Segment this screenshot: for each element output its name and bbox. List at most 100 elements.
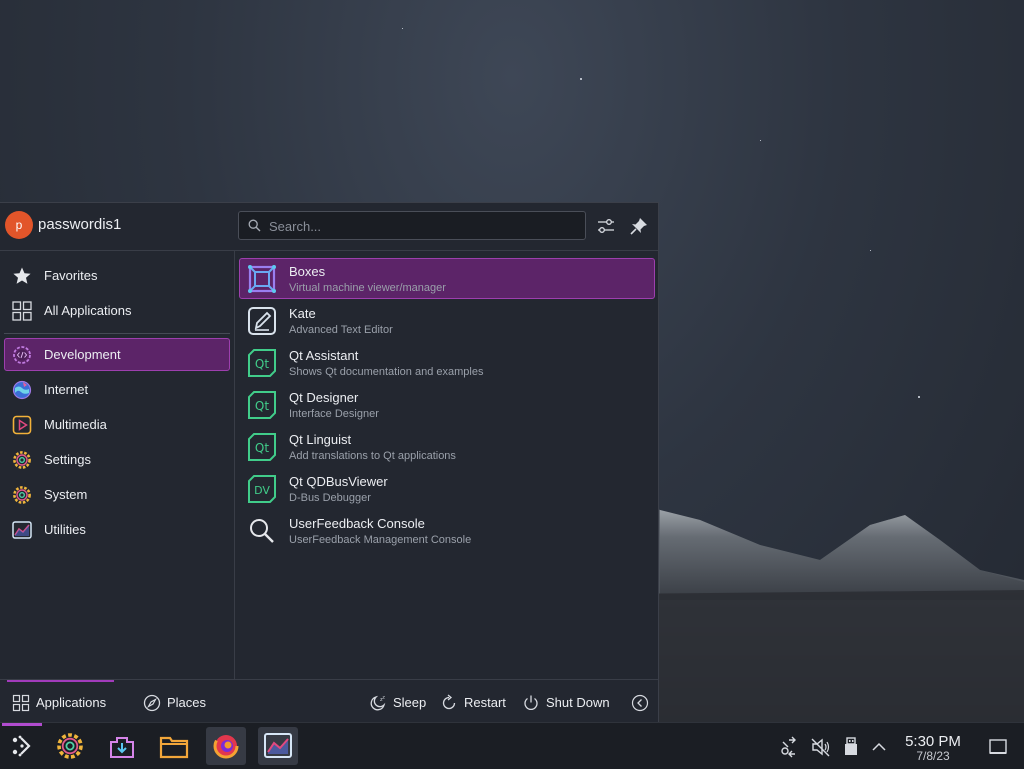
app-qt-assistant[interactable]: Qt Qt Assistant Shows Qt documentation a…: [239, 342, 655, 383]
search-icon: [248, 219, 261, 232]
tab-places[interactable]: Places: [143, 692, 213, 714]
file-manager-icon: [159, 736, 189, 759]
category-sidebar: Favorites All Applications Development I…: [0, 251, 235, 679]
category-label: Utilities: [44, 522, 86, 537]
username[interactable]: passwordis1: [38, 216, 121, 233]
app-name: Qt QDBusViewer: [289, 474, 388, 489]
dv-icon: DV: [248, 475, 276, 503]
category-label: Development: [44, 347, 121, 362]
tab-label: Applications: [36, 695, 107, 710]
category-internet[interactable]: Internet: [4, 373, 230, 406]
avatar[interactable]: p: [5, 211, 33, 239]
compass-icon: [143, 694, 161, 712]
restart-icon: [442, 694, 456, 710]
app-name: Qt Assistant: [289, 348, 359, 363]
category-multimedia[interactable]: Multimedia: [4, 408, 230, 441]
sleep-button[interactable]: z z Sleep: [369, 692, 429, 714]
more-actions-button[interactable]: [631, 692, 649, 714]
task-file-manager[interactable]: [154, 727, 194, 765]
category-label: All Applications: [44, 303, 132, 318]
task-system-monitor[interactable]: [258, 727, 298, 765]
task-system-settings[interactable]: [50, 727, 90, 765]
app-description: Advanced Text Editor: [289, 324, 393, 336]
category-utilities[interactable]: Utilities: [4, 513, 230, 546]
chevron-up-icon[interactable]: [868, 736, 890, 758]
svg-text:Qt: Qt: [255, 399, 269, 413]
app-name: UserFeedback Console: [289, 516, 425, 531]
internet-icon: [12, 380, 32, 400]
app-description: D-Bus Debugger: [289, 492, 371, 504]
app-qt-designer[interactable]: Qt Qt Designer Interface Designer: [239, 384, 655, 425]
power-icon: [524, 695, 538, 710]
taskbar: 5:30 PM 7/8/23: [0, 722, 1024, 769]
tab-applications[interactable]: Applications: [12, 692, 116, 714]
shut-down-button[interactable]: Shut Down: [522, 692, 616, 714]
tab-label: Places: [167, 695, 207, 710]
category-label: Favorites: [44, 268, 98, 283]
app-qt-linguist[interactable]: Qt Qt Linguist Add translations to Qt ap…: [239, 426, 655, 467]
development-icon: [13, 346, 31, 364]
qt-icon: Qt: [248, 433, 276, 461]
category-settings[interactable]: Settings: [4, 443, 230, 476]
svg-text:Qt: Qt: [255, 357, 269, 371]
launcher-footer: Applications Places z z Sleep Restart Sh…: [0, 679, 658, 724]
multimedia-icon: [12, 415, 32, 435]
launcher-header: p passwordis1: [0, 203, 658, 251]
app-name: Boxes: [289, 264, 326, 279]
category-development[interactable]: Development: [4, 338, 230, 371]
search-input[interactable]: [267, 215, 581, 238]
app-description: Add translations to Qt applications: [289, 450, 456, 462]
task-firefox[interactable]: [206, 727, 246, 765]
category-all-applications[interactable]: All Applications: [4, 294, 230, 327]
qt-icon: Qt: [248, 391, 276, 419]
action-label: Sleep: [393, 695, 427, 710]
app-qt-qdbusviewer[interactable]: DV Qt QDBusViewer D-Bus Debugger: [239, 468, 655, 509]
clock-date[interactable]: 7/8/23: [896, 749, 970, 763]
category-divider: [4, 333, 230, 334]
volume-muted-icon[interactable]: [810, 736, 832, 758]
application-list: Boxes Virtual machine viewer/manager Kat…: [235, 251, 658, 679]
app-boxes[interactable]: Boxes Virtual machine viewer/manager: [239, 258, 655, 299]
restart-button[interactable]: Restart: [440, 692, 512, 714]
app-description: UserFeedback Management Console: [289, 534, 472, 546]
pin-icon[interactable]: [628, 215, 650, 237]
launcher-active-indicator: [2, 723, 42, 726]
utilities-icon: [12, 521, 32, 539]
category-favorites[interactable]: Favorites: [4, 259, 230, 292]
task-discover[interactable]: [102, 727, 142, 765]
category-label: System: [44, 487, 88, 502]
application-launcher-button[interactable]: [2, 727, 42, 765]
category-label: Multimedia: [44, 417, 107, 432]
app-kate[interactable]: Kate Advanced Text Editor: [239, 300, 655, 341]
search-box[interactable]: [238, 211, 586, 240]
app-name: Qt Linguist: [289, 432, 352, 447]
usb-icon[interactable]: [840, 736, 862, 758]
category-label: Internet: [44, 382, 89, 397]
chevron-left-icon: [631, 694, 649, 712]
magnifier-icon: [250, 519, 274, 543]
svg-text:Qt: Qt: [255, 441, 269, 455]
app-userfeedback-console[interactable]: UserFeedback Console UserFeedback Manage…: [239, 510, 655, 551]
svg-text:DV: DV: [254, 484, 270, 497]
category-label: Settings: [44, 452, 91, 467]
app-name: Kate: [289, 306, 316, 321]
show-desktop-icon[interactable]: [987, 736, 1009, 758]
network-icon[interactable]: [779, 736, 801, 758]
app-name: Qt Designer: [289, 390, 359, 405]
action-label: Shut Down: [546, 695, 610, 710]
category-system[interactable]: System: [4, 478, 230, 511]
app-description: Virtual machine viewer/manager: [289, 282, 446, 294]
qt-icon: Qt: [248, 349, 276, 377]
system-icon: [13, 486, 31, 504]
discover-icon: [110, 737, 134, 758]
kate-icon: [248, 307, 276, 335]
svg-text:z: z: [383, 696, 386, 701]
sleep-icon: z z: [370, 696, 386, 711]
grid-icon: [12, 301, 32, 321]
star-icon: [13, 267, 31, 284]
app-description: Interface Designer: [289, 408, 379, 420]
clock-time[interactable]: 5:30 PM: [896, 733, 970, 750]
application-launcher-icon: [12, 735, 31, 757]
application-launcher: p passwordis1 Favorites: [0, 202, 659, 722]
configure-icon[interactable]: [595, 215, 617, 237]
